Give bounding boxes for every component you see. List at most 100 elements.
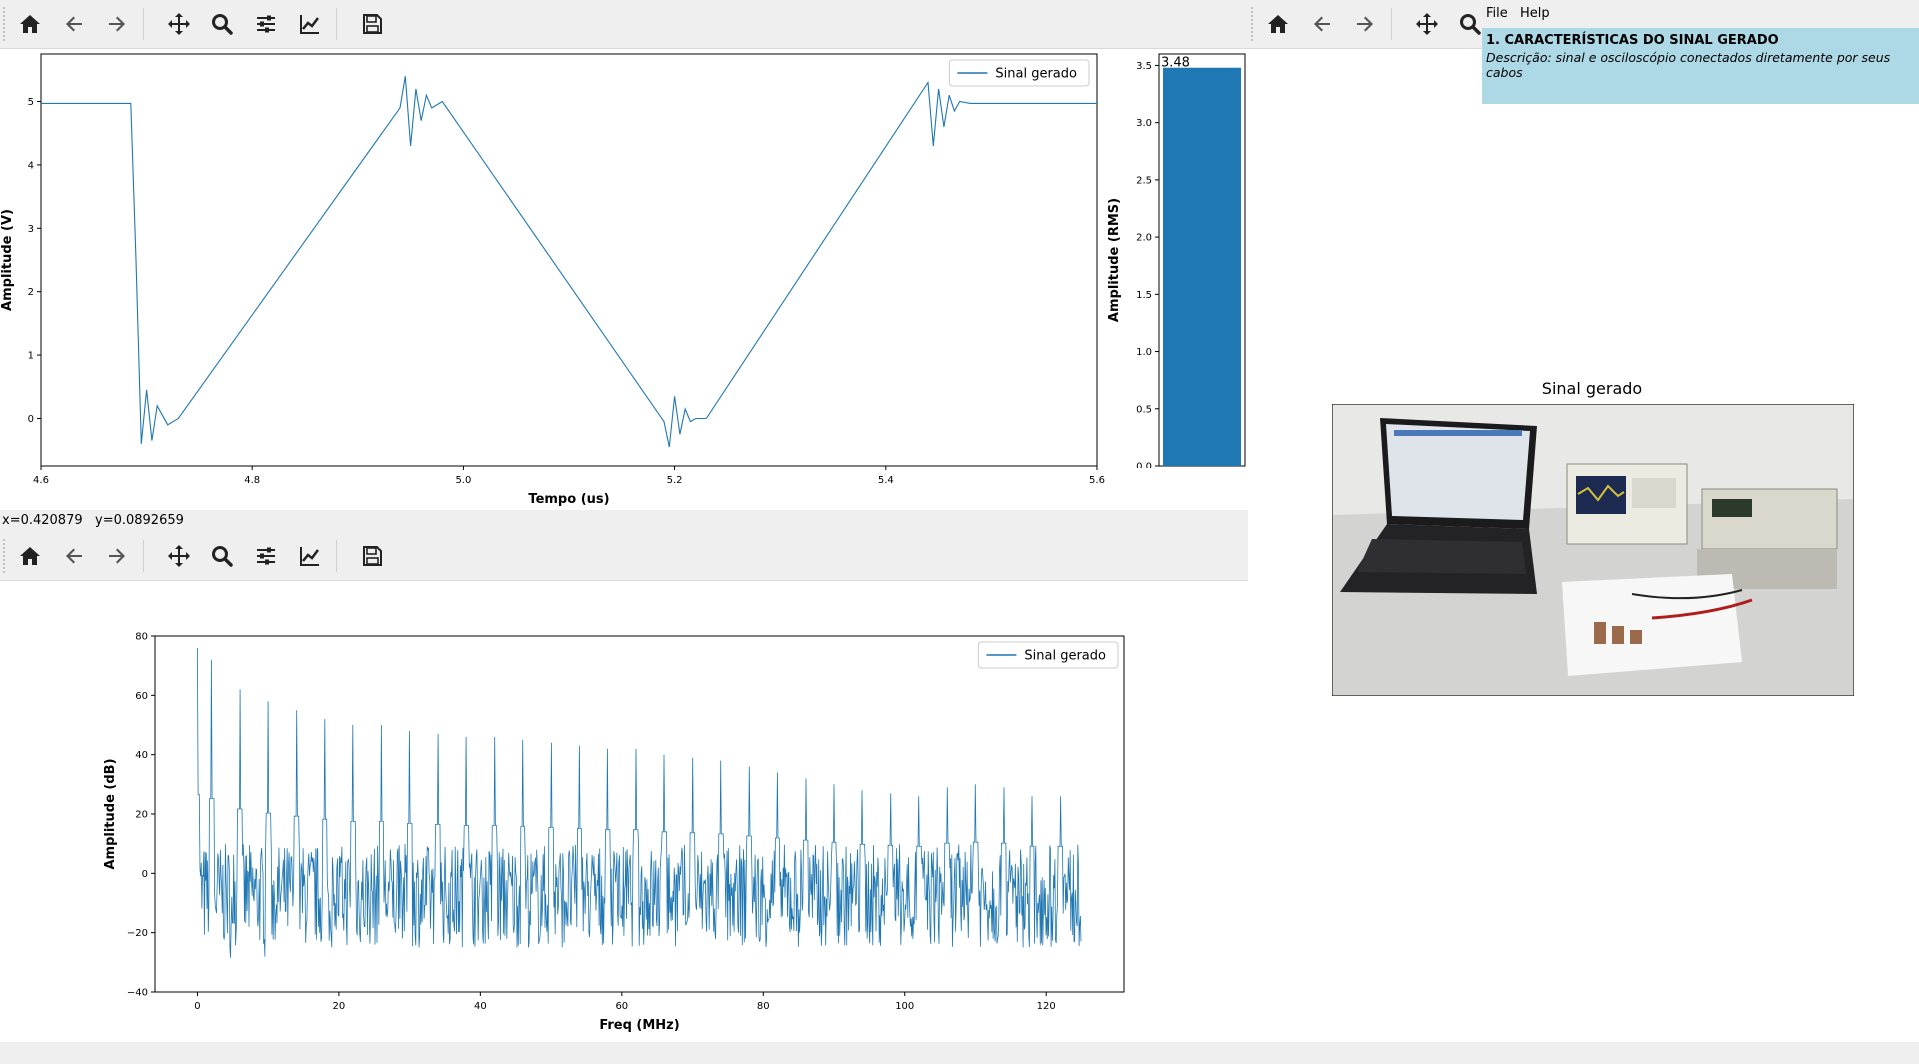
frequency-domain-chart[interactable]: 0 20 40 60 80 100 120 −40 −20 0 20 40 60 80 Freq (MHz)…	[0, 581, 1248, 1041]
back-arrow-icon	[66, 548, 82, 564]
y-tick-label: 0.5	[1136, 404, 1152, 415]
toolbar-separator	[143, 8, 144, 40]
y-tick-label: 1.0	[1136, 347, 1152, 358]
zoom-button[interactable]	[1456, 10, 1484, 38]
toolbar-separator	[336, 8, 337, 40]
toolbar-separator	[1391, 8, 1392, 40]
legend-label: Sinal gerado	[995, 67, 1077, 82]
rms-bar-value-label: 3.48	[1161, 56, 1190, 71]
zoom-button[interactable]	[208, 542, 236, 570]
y-axis-label: Amplitude (dB)	[103, 758, 118, 869]
configure-subplots-button[interactable]	[252, 10, 280, 38]
description-text: Descrição: sinal e osciloscópio conectad…	[1486, 50, 1891, 80]
zoom-icon	[1460, 14, 1481, 35]
forward-arrow-button[interactable]	[1351, 10, 1379, 38]
pan-icon	[168, 13, 190, 35]
description-title: 1. CARACTERÍSTICAS DO SINAL GERADO	[1486, 33, 1779, 48]
bottom-plot-toolbar	[0, 532, 1248, 581]
x-tick-label: 5.2	[667, 475, 683, 486]
pan-button[interactable]	[165, 10, 193, 38]
x-tick-label: 4.6	[33, 475, 49, 486]
edit-curve-button[interactable]	[296, 10, 324, 38]
back-arrow-button[interactable]	[60, 10, 88, 38]
toolbar-grip[interactable]	[2, 538, 6, 574]
home-icon	[20, 15, 40, 33]
y-axis-label: Amplitude (RMS)	[1107, 198, 1122, 322]
y-axis-label: Amplitude (V)	[0, 209, 15, 311]
home-button[interactable]	[1264, 10, 1292, 38]
pan-icon	[1416, 13, 1438, 35]
configure-subplots-icon	[257, 15, 275, 33]
cursor-y-readout: y=0.0892659	[95, 513, 184, 528]
y-tick-label: 3.0	[1136, 118, 1152, 129]
menu-help[interactable]: Help	[1520, 6, 1550, 21]
y-tick-label: −40	[127, 988, 148, 999]
x-tick-label: 40	[474, 1001, 487, 1012]
menu-bar: File Help	[1482, 0, 1919, 28]
bottom-status-strip	[0, 1042, 1919, 1064]
back-arrow-button[interactable]	[1308, 10, 1336, 38]
x-tick-label: 5.4	[878, 475, 894, 486]
x-tick-label: 0	[194, 1001, 200, 1012]
x-tick-label: 4.8	[244, 475, 260, 486]
save-icon	[363, 14, 382, 34]
toolbar-grip[interactable]	[1250, 6, 1254, 42]
y-tick-label: 5	[28, 97, 34, 108]
y-tick-label: 1	[28, 351, 34, 362]
y-tick-label: 0.0	[1136, 462, 1152, 469]
home-button[interactable]	[16, 10, 44, 38]
legend-label: Sinal gerado	[1024, 649, 1106, 664]
forward-arrow-icon	[109, 16, 125, 32]
y-tick-label: 40	[135, 750, 148, 761]
plot-frame	[40, 53, 1098, 467]
edit-curve-icon	[300, 15, 319, 34]
zoom-icon	[212, 14, 233, 35]
rms-bar-chart[interactable]: 0.0 0.5 1.0 1.5 2.0 2.5 3.0 3.5 Amplitude (RMS) 3…	[1100, 48, 1248, 468]
y-tick-label: 1.5	[1136, 290, 1152, 301]
y-tick-label: 0	[28, 414, 34, 425]
forward-arrow-button[interactable]	[103, 542, 131, 570]
zoom-button[interactable]	[208, 10, 236, 38]
forward-arrow-button[interactable]	[103, 10, 131, 38]
x-tick-label: 20	[333, 1001, 346, 1012]
x-axis-label: Tempo (us)	[528, 492, 609, 507]
pan-button[interactable]	[165, 542, 193, 570]
zoom-icon	[212, 546, 233, 567]
edit-curve-icon	[300, 547, 319, 566]
lab-setup-photo	[1332, 404, 1854, 696]
y-tick-label: −20	[127, 928, 148, 939]
configure-subplots-icon	[257, 547, 275, 565]
save-button[interactable]	[358, 542, 386, 570]
y-tick-label: 3.5	[1136, 61, 1152, 72]
back-arrow-button[interactable]	[60, 542, 88, 570]
x-tick-label: 100	[895, 1001, 914, 1012]
y-tick-label: 4	[28, 160, 34, 171]
top-plot-toolbar	[0, 0, 1248, 49]
forward-arrow-icon	[109, 548, 125, 564]
rms-bar	[1163, 67, 1241, 466]
toolbar-grip[interactable]	[2, 6, 6, 42]
home-button[interactable]	[16, 542, 44, 570]
save-button[interactable]	[358, 10, 386, 38]
y-tick-label: 2	[28, 287, 34, 298]
configure-subplots-button[interactable]	[252, 542, 280, 570]
x-tick-label: 5.6	[1089, 475, 1105, 486]
right-plot-toolbar	[1248, 0, 1482, 49]
save-icon	[363, 546, 382, 566]
x-tick-label: 60	[615, 1001, 628, 1012]
y-tick-label: 0	[142, 869, 148, 880]
y-tick-label: 80	[135, 632, 148, 643]
x-tick-label: 80	[757, 1001, 770, 1012]
pan-button[interactable]	[1413, 10, 1441, 38]
y-tick-label: 60	[135, 691, 148, 702]
time-domain-chart[interactable]: 4.6 4.8 5.0 5.2 5.4 5.6 0 1 2 3 4 5 Tempo (us) Amplit…	[0, 48, 1248, 510]
edit-curve-button[interactable]	[296, 542, 324, 570]
forward-arrow-icon	[1357, 16, 1373, 32]
y-tick-label: 2.5	[1136, 175, 1152, 186]
cursor-x-readout: x=0.420879	[2, 513, 83, 528]
x-axis-label: Freq (MHz)	[599, 1018, 679, 1033]
photo-title: Sinal gerado	[1541, 379, 1643, 398]
menu-file[interactable]: File	[1486, 6, 1508, 21]
home-icon	[1268, 15, 1288, 33]
x-tick-label: 5.0	[455, 475, 471, 486]
